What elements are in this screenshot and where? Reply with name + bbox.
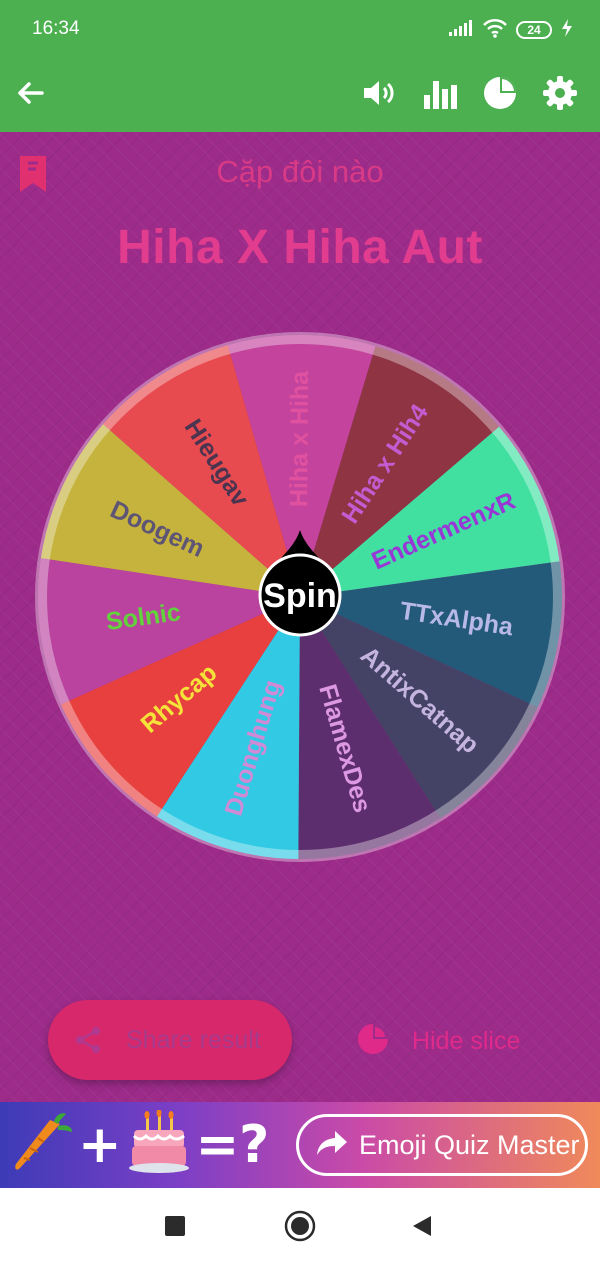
ad-emoji-equation: + =? — [10, 1109, 270, 1180]
ad-plus: + — [78, 1115, 122, 1175]
ad-banner[interactable]: + =? Emoji Quiz Master — [0, 1102, 600, 1188]
share-result-button[interactable]: Share result — [48, 1000, 292, 1080]
home-circle-icon — [284, 1210, 316, 1246]
share-icon — [74, 1025, 104, 1055]
pie-button[interactable] — [476, 71, 524, 119]
ad-equals: =? — [195, 1115, 270, 1175]
system-nav-bar — [0, 1188, 600, 1267]
spin-wheel[interactable]: Hiha x Hiha Hiha x Hih4EndermenxRTTxAlpha… — [33, 330, 567, 864]
wheel-slice-label: Hiha x Hiha — [285, 370, 314, 507]
share-result-label: Share result — [126, 1025, 261, 1054]
signal-icon — [448, 19, 474, 41]
volume-icon — [361, 77, 399, 113]
back-arrow-icon — [14, 77, 46, 113]
hide-slice-label: Hide slice — [412, 1026, 521, 1055]
stats-button[interactable] — [416, 71, 464, 119]
main-area: Cặp đôi nào Hiha X Hiha Aut Hiha x Hiha H… — [0, 132, 600, 1102]
battery-icon: 24 — [516, 21, 552, 39]
nav-back-button[interactable] — [402, 1208, 442, 1248]
pie-chart-icon — [356, 1022, 390, 1060]
back-button[interactable] — [6, 71, 54, 119]
volume-button[interactable] — [356, 71, 404, 119]
settings-button[interactable] — [536, 71, 584, 119]
gear-icon — [542, 75, 578, 115]
spin-label: Spin — [263, 577, 337, 615]
pie-chart-icon — [482, 75, 518, 115]
back-triangle-icon — [411, 1214, 433, 1242]
page-subtitle: Cặp đôi nào — [216, 154, 384, 189]
status-time: 16:34 — [32, 18, 80, 39]
carrot-icon — [10, 1110, 74, 1180]
status-icons: 24 — [448, 18, 574, 42]
wifi-icon — [482, 18, 508, 42]
home-button[interactable] — [280, 1208, 320, 1248]
share-arrow-icon — [315, 1129, 349, 1161]
recents-button[interactable] — [155, 1208, 195, 1248]
ad-cta-button[interactable]: Emoji Quiz Master — [296, 1114, 588, 1176]
cake-icon — [126, 1109, 192, 1180]
hide-slice-button[interactable]: Hide slice — [356, 1014, 556, 1068]
app-bar — [0, 58, 600, 132]
charging-icon — [560, 18, 574, 42]
ad-cta-label: Emoji Quiz Master — [359, 1129, 580, 1160]
page-title: Hiha X Hiha Aut — [117, 221, 483, 274]
status-bar: 16:34 24 — [0, 0, 600, 58]
recents-square-icon — [164, 1215, 186, 1241]
bar-chart-icon — [422, 75, 458, 115]
